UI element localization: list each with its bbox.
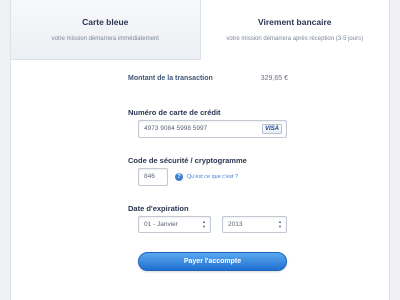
tab-carte-bleue[interactable]: Carte bleue votre mission démarrera immé… (11, 0, 201, 60)
tab-subtitle: votre mission démarrera après réception … (226, 36, 364, 42)
amount-value: 329,65 € (260, 75, 288, 82)
card-number-label: Numéro de carte de crédit (128, 108, 221, 117)
expiry-month-value: 01 - Janvier (144, 221, 178, 228)
tab-title: Virement bancaire (257, 17, 332, 27)
card-number-value: 4973 9084 5998 5997 (144, 125, 208, 132)
question-icon: ? (175, 173, 183, 181)
select-arrows-icon: ▲ ▼ (202, 219, 206, 229)
expiry-year-value: 2013 (228, 221, 243, 228)
security-help-link[interactable]: ? Qu'est ce que c'est ? (175, 173, 238, 181)
security-code-value: 846 (144, 173, 155, 180)
select-arrows-icon: ▲ ▼ (278, 219, 282, 229)
visa-icon: VISA (262, 124, 282, 134)
tab-virement-bancaire[interactable]: Virement bancaire votre mission démarrer… (200, 0, 389, 60)
amount-label: Montant de la transaction (128, 75, 213, 82)
payment-method-tabs: Carte bleue votre mission démarrera immé… (11, 0, 389, 60)
card-number-input[interactable]: 4973 9084 5998 5997 VISA (138, 120, 287, 138)
tab-subtitle: votre mission démarrera immédiatement (51, 36, 159, 42)
tab-title: Carte bleue (82, 17, 129, 27)
transaction-amount-row: Montant de la transaction 329,65 € (128, 75, 288, 82)
security-code-input[interactable]: 846 (138, 168, 168, 186)
pay-button[interactable]: Payer l'accompte (138, 252, 287, 271)
expiry-month-select[interactable]: 01 - Janvier ▲ ▼ (138, 216, 211, 233)
security-code-label: Code de sécurité / cryptogramme (128, 156, 247, 165)
help-link-text: Qu'est ce que c'est ? (187, 174, 239, 180)
expiry-label: Date d'expiration (128, 204, 189, 213)
expiry-year-select[interactable]: 2013 ▲ ▼ (222, 216, 287, 233)
